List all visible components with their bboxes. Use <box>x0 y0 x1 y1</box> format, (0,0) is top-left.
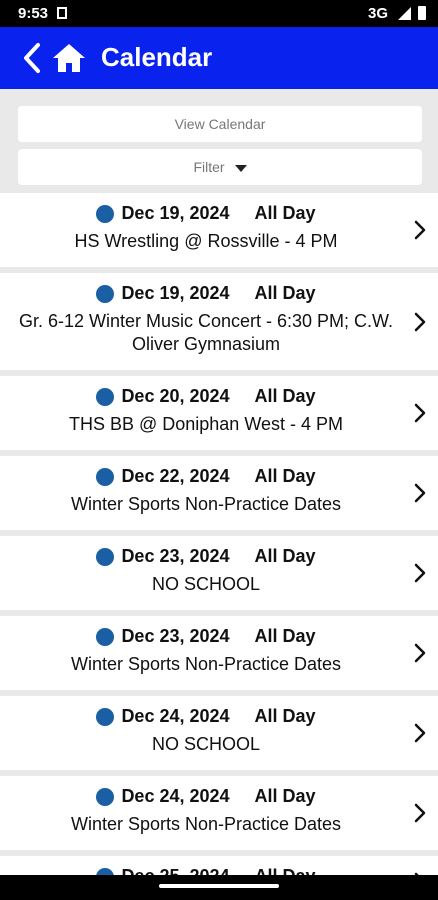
filter-label: Filter <box>193 159 225 175</box>
filter-button[interactable]: Filter <box>18 149 422 185</box>
event-list: Dec 19, 2024 All Day HS Wrestling @ Rossvi… <box>0 193 438 875</box>
back-icon[interactable] <box>20 41 48 75</box>
page-title: Calendar <box>101 42 213 72</box>
event-header: Dec 23, 2024 All Day <box>14 546 398 567</box>
event-item[interactable]: Dec 24, 2024 All Day Winter Sports Non-Pra… <box>0 776 438 850</box>
event-time: All Day <box>254 386 316 406</box>
event-date: Dec 22, 2024 <box>121 466 230 486</box>
event-date: Dec 19, 2024 <box>121 203 230 223</box>
event-title: NO SCHOOL <box>151 574 261 594</box>
event-date: Dec 24, 2024 <box>121 786 230 806</box>
event-date: Dec 23, 2024 <box>121 626 230 646</box>
chevron-right-icon <box>414 563 426 583</box>
sim-icon <box>57 7 67 19</box>
event-title: NO SCHOOL <box>151 734 261 754</box>
event-item[interactable]: Dec 23, 2024 All Day Winter Sports Non-Pra… <box>0 616 438 690</box>
event-title: THS BB @ Doniphan West - 4 PM <box>68 414 344 434</box>
event-time: All Day <box>254 546 316 566</box>
event-title: Winter Sports Non-Practice Dates <box>70 814 342 834</box>
category-dot-icon <box>96 867 115 875</box>
view-calendar-label: View Calendar <box>174 116 266 132</box>
event-time: All Day <box>255 866 316 875</box>
event-header: Dec 23, 2024 All Day <box>14 626 398 647</box>
event-time: All Day <box>254 283 316 303</box>
event-date: Dec 20, 2024 <box>121 386 230 406</box>
event-date: Dec 19, 2024 <box>121 283 230 303</box>
event-title: Winter Sports Non-Practice Dates <box>70 654 342 674</box>
event-header: Dec 19, 2024 All Day <box>14 283 398 304</box>
category-dot-icon <box>96 387 115 406</box>
chevron-right-icon <box>414 643 426 663</box>
event-date: Dec 23, 2024 <box>121 546 230 566</box>
event-title: Winter Sports Non-Practice Dates <box>70 494 342 514</box>
category-dot-icon <box>96 284 115 303</box>
event-title: Gr. 6-12 Winter Music Concert - 6:30 PM;… <box>18 311 394 354</box>
event-item[interactable]: Dec 22, 2024 All Day Winter Sports Non-Pra… <box>0 456 438 530</box>
event-header: Dec 25, 2024 All Day <box>14 866 398 875</box>
event-header: Dec 22, 2024 All Day <box>14 466 398 487</box>
event-time: All Day <box>254 203 316 223</box>
event-item[interactable]: Dec 25, 2024 All Day <box>0 856 438 875</box>
event-header: Dec 20, 2024 All Day <box>14 386 398 407</box>
event-date: Dec 25, 2024 <box>121 866 229 875</box>
caret-down-icon <box>234 164 247 172</box>
status-time: 9:53 <box>18 5 49 22</box>
controls-panel: View Calendar Filter <box>0 89 438 193</box>
category-dot-icon <box>96 204 115 223</box>
signal-icon <box>398 7 411 20</box>
home-gesture-handle[interactable] <box>159 884 279 888</box>
event-header: Dec 19, 2024 All Day <box>14 203 398 224</box>
status-bar: 9:53 3G <box>0 0 438 27</box>
event-item[interactable]: Dec 24, 2024 All Day NO SCHOOL <box>0 696 438 770</box>
chevron-right-icon <box>414 803 426 823</box>
network-type: 3G <box>367 5 388 22</box>
category-dot-icon <box>96 467 115 486</box>
chevron-right-icon <box>414 403 426 423</box>
category-dot-icon <box>96 547 115 566</box>
event-time: All Day <box>254 706 316 726</box>
chevron-right-icon <box>414 483 426 503</box>
view-calendar-button[interactable]: View Calendar <box>18 106 422 142</box>
chevron-right-icon <box>414 723 426 743</box>
event-title: HS Wrestling @ Rossville - 4 PM <box>74 231 338 251</box>
event-item[interactable]: Dec 19, 2024 All Day HS Wrestling @ Rossvi… <box>0 193 438 267</box>
event-header: Dec 24, 2024 All Day <box>14 706 398 727</box>
event-time: All Day <box>254 466 316 486</box>
event-item[interactable]: Dec 20, 2024 All Day THS BB @ Doniphan Wes… <box>0 376 438 450</box>
home-icon[interactable] <box>52 42 86 74</box>
event-item[interactable]: Dec 23, 2024 All Day NO SCHOOL <box>0 536 438 610</box>
category-dot-icon <box>96 627 115 646</box>
event-time: All Day <box>254 786 316 806</box>
event-date: Dec 24, 2024 <box>121 706 230 726</box>
event-time: All Day <box>254 626 316 646</box>
category-dot-icon <box>96 787 115 806</box>
event-item[interactable]: Dec 19, 2024 All Day Gr. 6-12 Winter Music… <box>0 273 438 370</box>
category-dot-icon <box>96 707 115 726</box>
app-bar: Calendar <box>0 27 438 89</box>
chevron-right-icon <box>414 312 426 331</box>
navigation-bar <box>0 875 438 900</box>
event-header: Dec 24, 2024 All Day <box>14 786 398 807</box>
chevron-right-icon <box>414 220 426 240</box>
battery-icon <box>418 6 426 20</box>
